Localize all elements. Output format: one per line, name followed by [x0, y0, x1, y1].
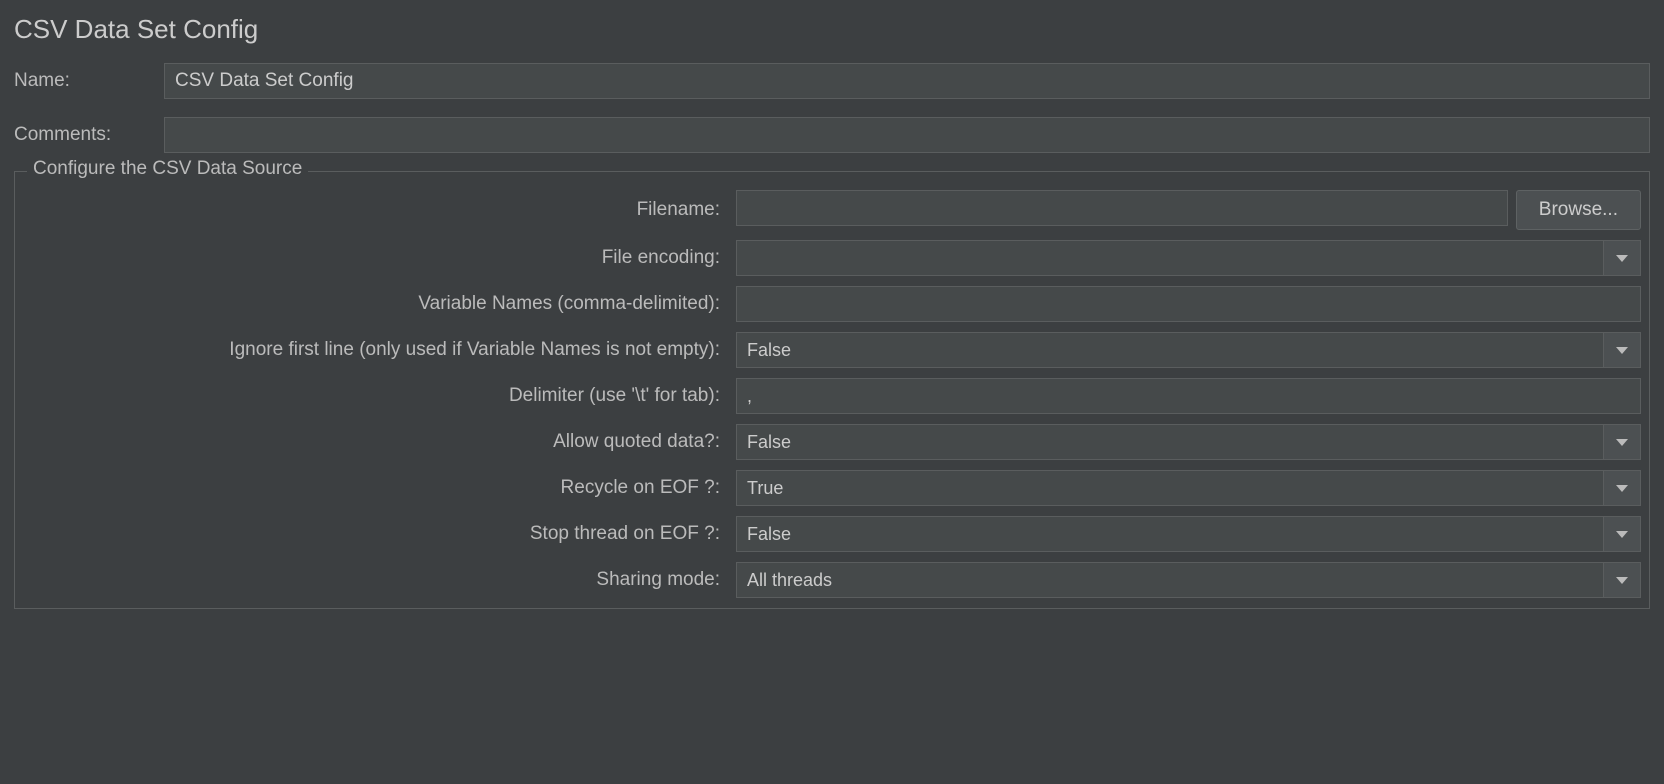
name-label: Name: [14, 70, 164, 92]
varnames-row: Variable Names (comma-delimited): [23, 286, 1641, 322]
filename-input[interactable] [736, 190, 1508, 226]
sharing-value: All threads [737, 563, 1604, 597]
browse-button[interactable]: Browse... [1516, 190, 1641, 230]
sharing-row: Sharing mode: All threads [23, 562, 1641, 598]
allow-quoted-row: Allow quoted data?: False [23, 424, 1641, 460]
varnames-input[interactable] [736, 286, 1641, 322]
stop-thread-label: Stop thread on EOF ?: [23, 523, 728, 545]
delimiter-input[interactable] [736, 378, 1641, 414]
chevron-down-icon[interactable] [1604, 563, 1640, 597]
recycle-label: Recycle on EOF ?: [23, 477, 728, 499]
allow-quoted-value: False [737, 425, 1604, 459]
comments-label: Comments: [14, 124, 164, 146]
recycle-select[interactable]: True [736, 470, 1641, 506]
chevron-down-icon[interactable] [1604, 517, 1640, 551]
name-row: Name: [14, 63, 1650, 99]
recycle-row: Recycle on EOF ?: True [23, 470, 1641, 506]
varnames-label: Variable Names (comma-delimited): [23, 293, 728, 315]
stop-thread-value: False [737, 517, 1604, 551]
sharing-label: Sharing mode: [23, 569, 728, 591]
chevron-down-icon[interactable] [1604, 333, 1640, 367]
ignore-first-value: False [737, 333, 1604, 367]
encoding-label: File encoding: [23, 247, 728, 269]
sharing-select[interactable]: All threads [736, 562, 1641, 598]
encoding-select[interactable] [736, 240, 1641, 276]
stop-thread-select[interactable]: False [736, 516, 1641, 552]
filename-label: Filename: [23, 199, 728, 221]
filename-row: Filename: Browse... [23, 190, 1641, 230]
ignore-first-label: Ignore first line (only used if Variable… [23, 339, 728, 361]
ignore-first-select[interactable]: False [736, 332, 1641, 368]
allow-quoted-label: Allow quoted data?: [23, 431, 728, 453]
chevron-down-icon[interactable] [1604, 241, 1640, 275]
ignore-first-row: Ignore first line (only used if Variable… [23, 332, 1641, 368]
csv-config-fieldset: Configure the CSV Data Source Filename: … [14, 171, 1650, 609]
comments-input[interactable] [164, 117, 1650, 153]
fieldset-legend: Configure the CSV Data Source [27, 158, 308, 180]
encoding-value [737, 241, 1604, 275]
encoding-row: File encoding: [23, 240, 1641, 276]
recycle-value: True [737, 471, 1604, 505]
comments-row: Comments: [14, 117, 1650, 153]
delimiter-label: Delimiter (use '\t' for tab): [23, 385, 728, 407]
panel-title: CSV Data Set Config [14, 14, 1650, 45]
chevron-down-icon[interactable] [1604, 425, 1640, 459]
chevron-down-icon[interactable] [1604, 471, 1640, 505]
delimiter-row: Delimiter (use '\t' for tab): [23, 378, 1641, 414]
allow-quoted-select[interactable]: False [736, 424, 1641, 460]
stop-thread-row: Stop thread on EOF ?: False [23, 516, 1641, 552]
name-input[interactable] [164, 63, 1650, 99]
